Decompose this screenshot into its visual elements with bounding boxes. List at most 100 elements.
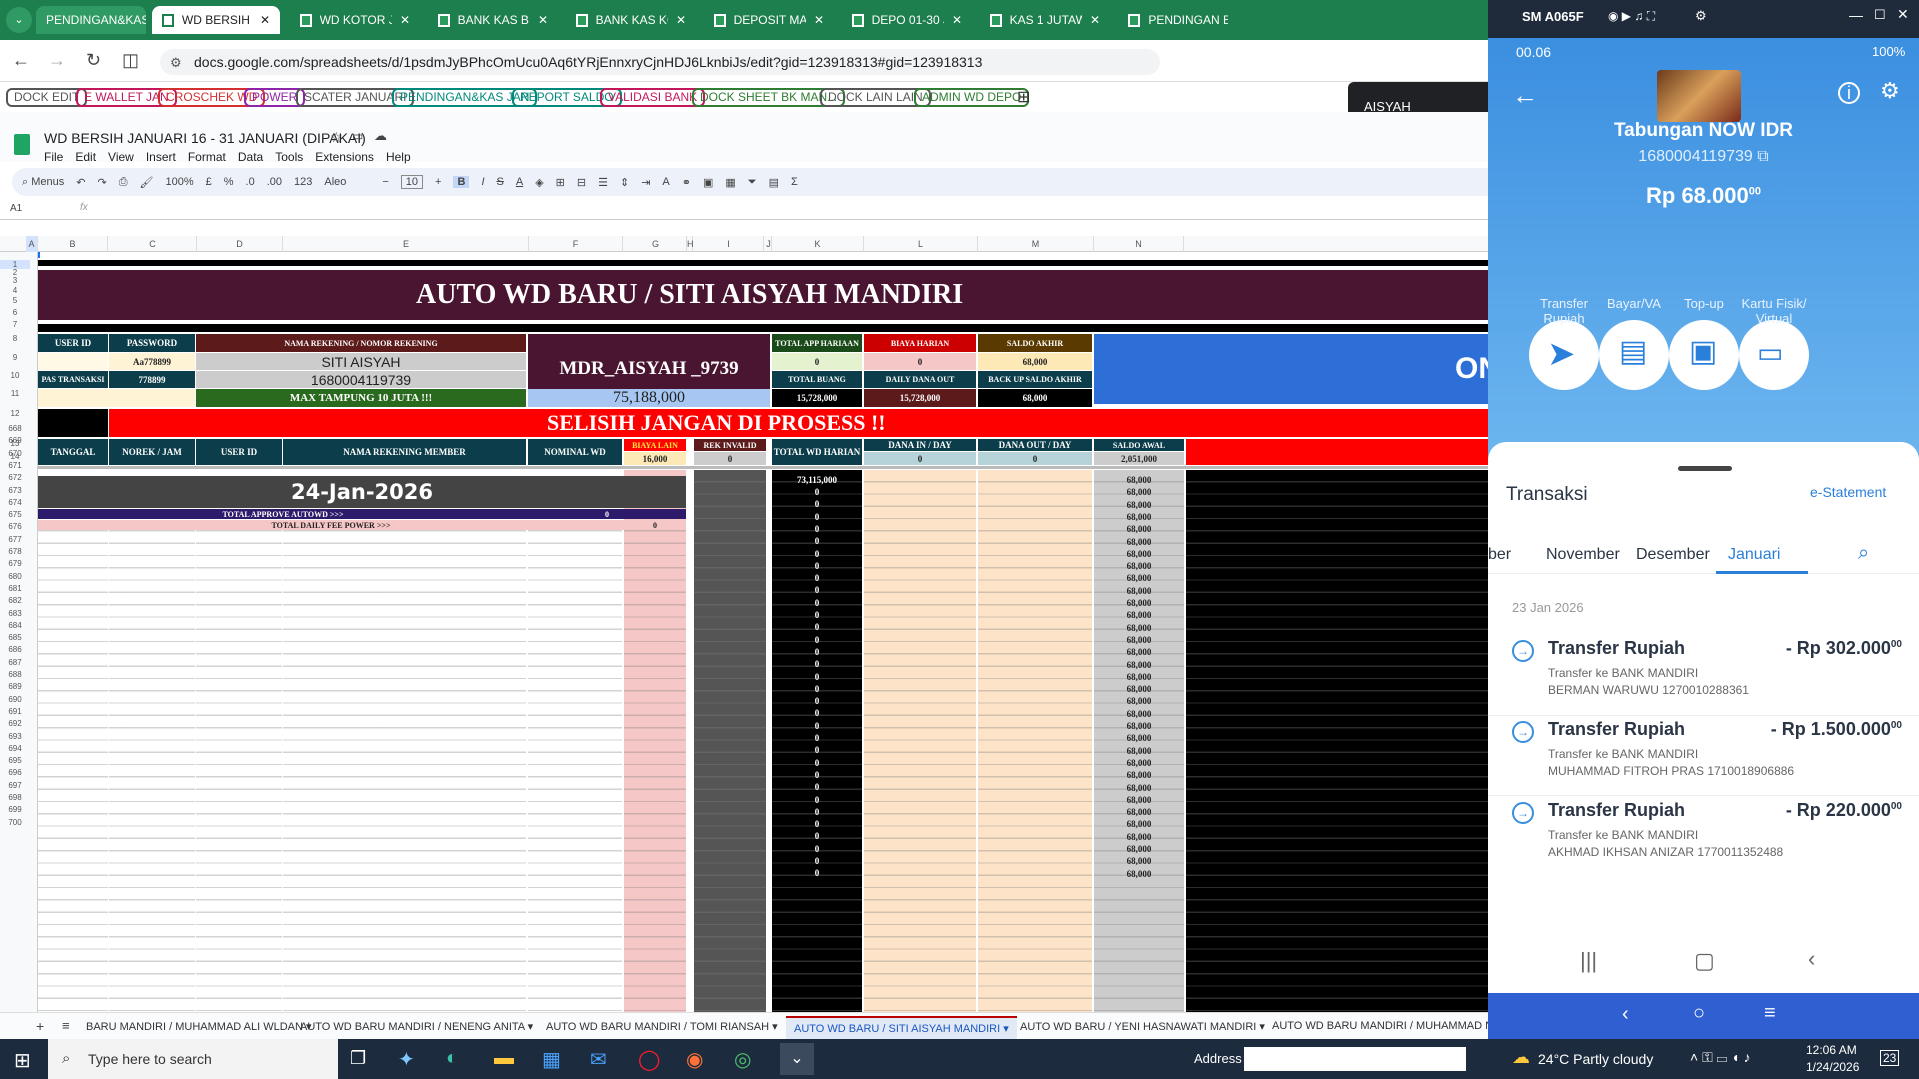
row-header[interactable]: 697: [0, 781, 30, 790]
total-wd-cell[interactable]: 0: [772, 867, 862, 879]
explorer-icon[interactable]: ▬: [494, 1047, 514, 1070]
address-input[interactable]: [1244, 1047, 1466, 1071]
body-column[interactable]: [1186, 470, 1500, 1012]
star-icon[interactable]: ☆: [330, 129, 343, 146]
row-header[interactable]: 684: [0, 621, 30, 630]
mdr-total[interactable]: 75,188,000: [528, 389, 770, 407]
row-header[interactable]: 679: [0, 559, 30, 568]
notification-icon[interactable]: 23: [1880, 1050, 1900, 1066]
total-wd-cell[interactable]: 0: [772, 757, 862, 769]
font-size-plus-icon[interactable]: +: [435, 176, 441, 188]
kartu-button[interactable]: ▭: [1739, 320, 1809, 390]
redo-icon[interactable]: ↷: [97, 176, 106, 189]
saldo-cell[interactable]: 68,000: [1094, 794, 1184, 806]
column-header[interactable]: F: [529, 236, 623, 252]
dana-out-value[interactable]: 0: [978, 452, 1092, 465]
total-buang-value[interactable]: 15,728,000: [772, 389, 862, 407]
month-tab[interactable]: ber: [1488, 546, 1511, 564]
body-column[interactable]: [109, 470, 195, 1012]
norek-value[interactable]: 1680004119739: [196, 371, 526, 388]
row-header[interactable]: 670: [0, 449, 30, 458]
estatement-link[interactable]: e-Statement: [1810, 484, 1886, 500]
selected-cell[interactable]: [38, 252, 40, 258]
column-header[interactable]: H: [687, 236, 694, 252]
decrease-decimal-button[interactable]: .0: [246, 176, 255, 188]
saldo-cell[interactable]: 68,000: [1094, 609, 1184, 621]
body-column[interactable]: [864, 470, 976, 1012]
gear-icon[interactable]: ⚙: [1880, 78, 1900, 104]
row-header[interactable]: 695: [0, 756, 30, 765]
italic-icon[interactable]: I: [481, 176, 484, 188]
number-format-button[interactable]: 123: [294, 176, 312, 188]
body-column[interactable]: [978, 470, 1092, 1012]
maximize-icon[interactable]: ☐: [1874, 7, 1886, 23]
row-header[interactable]: 3: [0, 276, 30, 285]
total-wd-cell[interactable]: 0: [772, 818, 862, 830]
copilot-icon[interactable]: ✦: [398, 1047, 415, 1072]
windows-start-icon[interactable]: ⊞: [14, 1048, 31, 1073]
row-header[interactable]: 688: [0, 670, 30, 679]
row-header[interactable]: 680: [0, 572, 30, 581]
total-fee-value[interactable]: 0: [624, 520, 686, 530]
saldo-cell[interactable]: 68,000: [1094, 708, 1184, 720]
saldo-cell[interactable]: 68,000: [1094, 585, 1184, 597]
saldo-cell[interactable]: 68,000: [1094, 831, 1184, 843]
row-header[interactable]: 691: [0, 707, 30, 716]
saldo-cell[interactable]: 68,000: [1094, 622, 1184, 634]
row-header[interactable]: 678: [0, 547, 30, 556]
bookmark[interactable]: ADMIN WD DEPO: [914, 88, 1030, 107]
total-wd-cell[interactable]: 0: [772, 830, 862, 842]
saldo-cell[interactable]: 68,000: [1094, 536, 1184, 548]
firefox-icon[interactable]: ◉: [686, 1047, 703, 1072]
mirror-back-icon[interactable]: ‹: [1622, 1003, 1629, 1026]
saldo-cell[interactable]: 68,000: [1094, 597, 1184, 609]
saldo-cell[interactable]: 68,000: [1094, 634, 1184, 646]
row-header[interactable]: 674: [0, 498, 30, 507]
total-wd-cell[interactable]: 0: [772, 609, 862, 621]
body-column[interactable]: [196, 470, 282, 1012]
month-tab[interactable]: November: [1546, 546, 1620, 564]
back-icon[interactable]: ‹: [1808, 946, 1815, 972]
opera-icon[interactable]: ◯: [638, 1047, 660, 1072]
row-header[interactable]: 690: [0, 695, 30, 704]
saldo-cell[interactable]: 68,000: [1094, 523, 1184, 535]
row-header[interactable]: 672: [0, 473, 30, 482]
total-wd-cell[interactable]: 0: [772, 572, 862, 584]
saldo-cell[interactable]: 68,000: [1094, 671, 1184, 683]
total-wd-cell[interactable]: 0: [772, 843, 862, 855]
total-wd-cell[interactable]: 0: [772, 794, 862, 806]
total-wd-cell[interactable]: 0: [772, 621, 862, 633]
total-wd-cell[interactable]: 0: [772, 511, 862, 523]
row-header[interactable]: 9: [0, 353, 30, 362]
merge-icon[interactable]: ⊟: [577, 176, 586, 189]
cloud-icon[interactable]: ☁: [374, 128, 387, 144]
total-wd-cell[interactable]: 0: [772, 523, 862, 535]
font-select[interactable]: Aleo: [324, 176, 370, 188]
total-app-value[interactable]: 0: [772, 353, 862, 370]
saldo-cell[interactable]: 68,000: [1094, 757, 1184, 769]
row-header[interactable]: 681: [0, 584, 30, 593]
weather-text[interactable]: 24°C Partly cloudy: [1538, 1051, 1653, 1067]
recents-icon[interactable]: |||: [1580, 948, 1597, 974]
row-header[interactable]: 668: [0, 424, 30, 433]
row-header[interactable]: 683: [0, 609, 30, 618]
rek-invalid-value[interactable]: 0: [694, 452, 766, 465]
saldo-cell[interactable]: 68,000: [1094, 769, 1184, 781]
body-column[interactable]: [624, 470, 686, 1012]
row-header[interactable]: 692: [0, 719, 30, 728]
drag-handle[interactable]: [1678, 466, 1732, 471]
browser-tab[interactable]: DEPO 01-30 JANU✕: [842, 6, 972, 34]
spreadsheet-grid[interactable]: AUTO WD BARU / SITI AISYAH MANDIRI USER …: [38, 252, 1500, 1012]
move-icon[interactable]: ▭: [352, 129, 363, 143]
column-header[interactable]: C: [109, 236, 197, 252]
mirror-menu-icon[interactable]: ≡: [1764, 1002, 1776, 1025]
row-header[interactable]: 6: [0, 308, 30, 317]
saldo-cell[interactable]: 68,000: [1094, 720, 1184, 732]
sheet-tab[interactable]: BARU MANDIRI / MUHAMMAD ALI WLDAN ▾: [86, 1020, 312, 1033]
column-header[interactable]: L: [864, 236, 978, 252]
total-wd-cell[interactable]: 0: [772, 671, 862, 683]
column-header[interactable]: A: [26, 236, 38, 252]
tray-icons[interactable]: ˄ ⚿ ▭ ◖ ♪: [1690, 1049, 1751, 1066]
browser-tab[interactable]: BANK KAS BERSIH✕: [428, 6, 558, 34]
row-header[interactable]: 5: [0, 296, 30, 305]
